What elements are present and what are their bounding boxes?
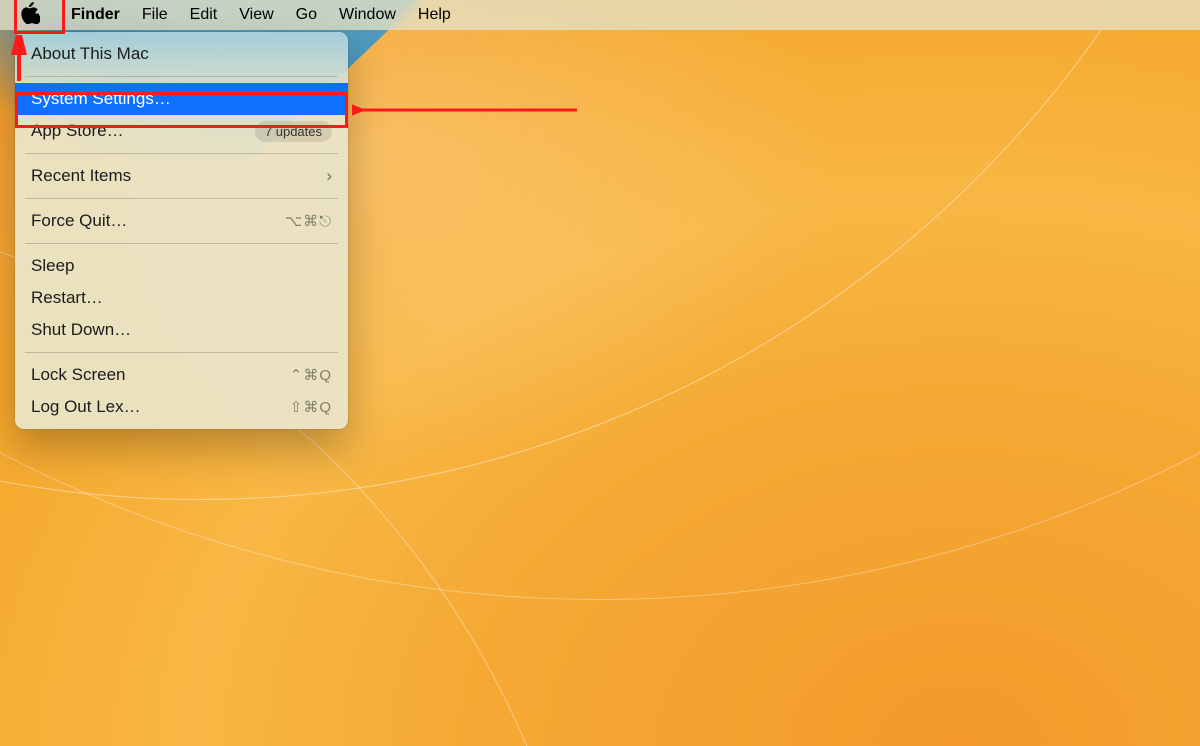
menu-separator [25, 76, 338, 77]
menu-edit[interactable]: Edit [190, 6, 218, 24]
menu-item-sleep[interactable]: Sleep [15, 250, 348, 282]
desktop-wallpaper: Finder File Edit View Go Window Help Abo… [0, 0, 1200, 746]
menu-item-label: Log Out Lex… [31, 397, 290, 417]
menu-item-lock-screen[interactable]: Lock Screen ⌃⌘Q [15, 359, 348, 391]
menu-item-recent-items[interactable]: Recent Items › [15, 160, 348, 192]
menu-item-shut-down[interactable]: Shut Down… [15, 314, 348, 346]
chevron-right-icon: › [326, 166, 332, 186]
menu-bar: Finder File Edit View Go Window Help [0, 0, 1200, 30]
menu-item-label: Force Quit… [31, 211, 285, 231]
menu-go[interactable]: Go [296, 6, 317, 24]
apple-menu-dropdown: About This Mac System Settings… App Stor… [15, 32, 348, 429]
keyboard-shortcut: ⇧⌘Q [290, 398, 332, 416]
menu-item-label: Shut Down… [31, 320, 332, 340]
menu-item-label: Lock Screen [31, 365, 290, 385]
apple-menu-button[interactable] [11, 0, 49, 30]
menu-item-label: Sleep [31, 256, 332, 276]
menu-item-label: About This Mac [31, 44, 332, 64]
updates-badge: 7 updates [255, 121, 332, 142]
menu-item-restart[interactable]: Restart… [15, 282, 348, 314]
menu-view[interactable]: View [239, 6, 273, 24]
menu-item-about-this-mac[interactable]: About This Mac [15, 38, 348, 70]
menu-item-label: App Store… [31, 121, 255, 141]
apple-logo-icon [21, 2, 40, 29]
menu-item-label: Restart… [31, 288, 332, 308]
menu-separator [25, 243, 338, 244]
menu-separator [25, 198, 338, 199]
menu-item-log-out[interactable]: Log Out Lex… ⇧⌘Q [15, 391, 348, 423]
menu-help[interactable]: Help [418, 6, 451, 24]
annotation-arrow-left-icon [352, 100, 582, 125]
menu-item-label: System Settings… [31, 89, 332, 109]
menu-separator [25, 352, 338, 353]
menu-item-app-store[interactable]: App Store… 7 updates [15, 115, 348, 147]
menu-item-label: Recent Items [31, 166, 326, 186]
menu-file[interactable]: File [142, 6, 168, 24]
active-app-name[interactable]: Finder [71, 6, 120, 24]
keyboard-shortcut: ⌥⌘⎋ [285, 212, 332, 230]
menu-item-force-quit[interactable]: Force Quit… ⌥⌘⎋ [15, 205, 348, 237]
menu-separator [25, 153, 338, 154]
keyboard-shortcut: ⌃⌘Q [290, 366, 332, 384]
menu-window[interactable]: Window [339, 6, 396, 24]
menu-item-system-settings[interactable]: System Settings… [15, 83, 348, 115]
